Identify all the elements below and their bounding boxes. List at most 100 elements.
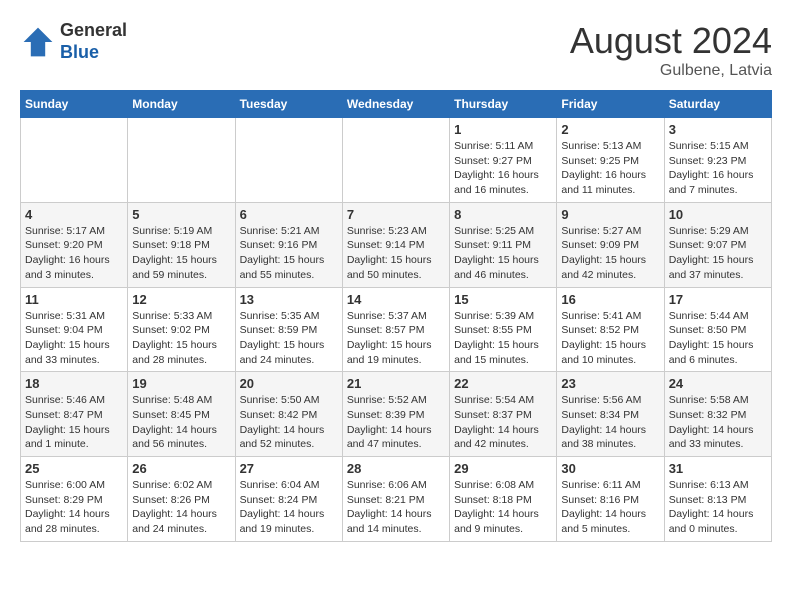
- logo-icon: [20, 24, 56, 60]
- day-number: 1: [454, 122, 552, 137]
- day-number: 18: [25, 376, 123, 391]
- day-number: 27: [240, 461, 338, 476]
- calendar-table: SundayMondayTuesdayWednesdayThursdayFrid…: [20, 90, 772, 542]
- calendar-cell: 5 Sunrise: 5:19 AM Sunset: 9:18 PM Daylig…: [128, 202, 235, 287]
- day-info: Sunrise: 5:52 AM Sunset: 8:39 PM Dayligh…: [347, 393, 445, 452]
- logo: General Blue: [20, 20, 127, 63]
- day-info: Sunrise: 6:04 AM Sunset: 8:24 PM Dayligh…: [240, 478, 338, 537]
- weekday-header-friday: Friday: [557, 91, 664, 118]
- day-number: 10: [669, 207, 767, 222]
- day-number: 20: [240, 376, 338, 391]
- day-info: Sunrise: 5:17 AM Sunset: 9:20 PM Dayligh…: [25, 224, 123, 283]
- day-number: 13: [240, 292, 338, 307]
- day-number: 17: [669, 292, 767, 307]
- day-info: Sunrise: 5:25 AM Sunset: 9:11 PM Dayligh…: [454, 224, 552, 283]
- day-number: 9: [561, 207, 659, 222]
- calendar-cell: 4 Sunrise: 5:17 AM Sunset: 9:20 PM Daylig…: [21, 202, 128, 287]
- day-info: Sunrise: 5:37 AM Sunset: 8:57 PM Dayligh…: [347, 309, 445, 368]
- day-number: 12: [132, 292, 230, 307]
- day-number: 16: [561, 292, 659, 307]
- day-number: 30: [561, 461, 659, 476]
- calendar-week-2: 4 Sunrise: 5:17 AM Sunset: 9:20 PM Daylig…: [21, 202, 772, 287]
- day-info: Sunrise: 5:39 AM Sunset: 8:55 PM Dayligh…: [454, 309, 552, 368]
- calendar-cell: 29 Sunrise: 6:08 AM Sunset: 8:18 PM Dayli…: [450, 457, 557, 542]
- calendar-header: SundayMondayTuesdayWednesdayThursdayFrid…: [21, 91, 772, 118]
- calendar-cell: [342, 118, 449, 203]
- calendar-cell: 17 Sunrise: 5:44 AM Sunset: 8:50 PM Dayli…: [664, 287, 771, 372]
- day-info: Sunrise: 5:44 AM Sunset: 8:50 PM Dayligh…: [669, 309, 767, 368]
- calendar-cell: 12 Sunrise: 5:33 AM Sunset: 9:02 PM Dayli…: [128, 287, 235, 372]
- calendar-cell: 9Sunrise: 5:27 AM Sunset: 9:09 PM Daylig…: [557, 202, 664, 287]
- calendar-cell: 10Sunrise: 5:29 AM Sunset: 9:07 PM Dayli…: [664, 202, 771, 287]
- day-info: Sunrise: 5:46 AM Sunset: 8:47 PM Dayligh…: [25, 393, 123, 452]
- day-number: 5: [132, 207, 230, 222]
- day-number: 14: [347, 292, 445, 307]
- day-number: 21: [347, 376, 445, 391]
- day-number: 15: [454, 292, 552, 307]
- day-info: Sunrise: 5:31 AM Sunset: 9:04 PM Dayligh…: [25, 309, 123, 368]
- calendar-cell: 3 Sunrise: 5:15 AM Sunset: 9:23 PM Daylig…: [664, 118, 771, 203]
- calendar-week-1: 1 Sunrise: 5:11 AM Sunset: 9:27 PM Daylig…: [21, 118, 772, 203]
- day-info: Sunrise: 5:19 AM Sunset: 9:18 PM Dayligh…: [132, 224, 230, 283]
- calendar-week-5: 25Sunrise: 6:00 AM Sunset: 8:29 PM Dayli…: [21, 457, 772, 542]
- calendar-cell: 14 Sunrise: 5:37 AM Sunset: 8:57 PM Dayli…: [342, 287, 449, 372]
- day-number: 28: [347, 461, 445, 476]
- calendar-cell: 24 Sunrise: 5:58 AM Sunset: 8:32 PM Dayli…: [664, 372, 771, 457]
- weekday-header-saturday: Saturday: [664, 91, 771, 118]
- day-info: Sunrise: 5:58 AM Sunset: 8:32 PM Dayligh…: [669, 393, 767, 452]
- day-number: 8: [454, 207, 552, 222]
- calendar-cell: 1 Sunrise: 5:11 AM Sunset: 9:27 PM Daylig…: [450, 118, 557, 203]
- calendar-cell: [235, 118, 342, 203]
- weekday-header-monday: Monday: [128, 91, 235, 118]
- day-number: 6: [240, 207, 338, 222]
- weekday-header-sunday: Sunday: [21, 91, 128, 118]
- calendar-cell: [128, 118, 235, 203]
- weekday-header-tuesday: Tuesday: [235, 91, 342, 118]
- calendar-cell: 20 Sunrise: 5:50 AM Sunset: 8:42 PM Dayli…: [235, 372, 342, 457]
- calendar-cell: 11 Sunrise: 5:31 AM Sunset: 9:04 PM Dayli…: [21, 287, 128, 372]
- day-info: Sunrise: 5:13 AM Sunset: 9:25 PM Dayligh…: [561, 139, 659, 198]
- day-info: Sunrise: 5:23 AM Sunset: 9:14 PM Dayligh…: [347, 224, 445, 283]
- title-block: August 2024 Gulbene, Latvia: [570, 20, 772, 80]
- calendar-cell: 22Sunrise: 5:54 AM Sunset: 8:37 PM Dayli…: [450, 372, 557, 457]
- page-title: August 2024: [570, 20, 772, 62]
- weekday-header-thursday: Thursday: [450, 91, 557, 118]
- calendar-cell: 30Sunrise: 6:11 AM Sunset: 8:16 PM Dayli…: [557, 457, 664, 542]
- day-number: 23: [561, 376, 659, 391]
- day-info: Sunrise: 5:35 AM Sunset: 8:59 PM Dayligh…: [240, 309, 338, 368]
- calendar-cell: 27 Sunrise: 6:04 AM Sunset: 8:24 PM Dayli…: [235, 457, 342, 542]
- day-number: 24: [669, 376, 767, 391]
- day-info: Sunrise: 5:56 AM Sunset: 8:34 PM Dayligh…: [561, 393, 659, 452]
- day-info: Sunrise: 5:50 AM Sunset: 8:42 PM Dayligh…: [240, 393, 338, 452]
- calendar-cell: 13 Sunrise: 5:35 AM Sunset: 8:59 PM Dayli…: [235, 287, 342, 372]
- day-info: Sunrise: 6:02 AM Sunset: 8:26 PM Dayligh…: [132, 478, 230, 537]
- calendar-cell: 26 Sunrise: 6:02 AM Sunset: 8:26 PM Dayli…: [128, 457, 235, 542]
- calendar-cell: 6Sunrise: 5:21 AM Sunset: 9:16 PM Daylig…: [235, 202, 342, 287]
- calendar-cell: 18 Sunrise: 5:46 AM Sunset: 8:47 PM Dayli…: [21, 372, 128, 457]
- day-info: Sunrise: 6:13 AM Sunset: 8:13 PM Dayligh…: [669, 478, 767, 537]
- day-info: Sunrise: 5:11 AM Sunset: 9:27 PM Dayligh…: [454, 139, 552, 198]
- calendar-cell: 23 Sunrise: 5:56 AM Sunset: 8:34 PM Dayli…: [557, 372, 664, 457]
- day-number: 29: [454, 461, 552, 476]
- day-number: 25: [25, 461, 123, 476]
- day-info: Sunrise: 5:48 AM Sunset: 8:45 PM Dayligh…: [132, 393, 230, 452]
- day-number: 19: [132, 376, 230, 391]
- weekday-header-row: SundayMondayTuesdayWednesdayThursdayFrid…: [21, 91, 772, 118]
- day-info: Sunrise: 5:54 AM Sunset: 8:37 PM Dayligh…: [454, 393, 552, 452]
- day-number: 31: [669, 461, 767, 476]
- calendar-body: 1 Sunrise: 5:11 AM Sunset: 9:27 PM Daylig…: [21, 118, 772, 542]
- day-info: Sunrise: 6:06 AM Sunset: 8:21 PM Dayligh…: [347, 478, 445, 537]
- day-number: 11: [25, 292, 123, 307]
- logo-general-text: General: [60, 20, 127, 42]
- day-info: Sunrise: 6:08 AM Sunset: 8:18 PM Dayligh…: [454, 478, 552, 537]
- weekday-header-wednesday: Wednesday: [342, 91, 449, 118]
- calendar-cell: 16Sunrise: 5:41 AM Sunset: 8:52 PM Dayli…: [557, 287, 664, 372]
- day-info: Sunrise: 5:33 AM Sunset: 9:02 PM Dayligh…: [132, 309, 230, 368]
- day-number: 26: [132, 461, 230, 476]
- calendar-cell: 31 Sunrise: 6:13 AM Sunset: 8:13 PM Dayli…: [664, 457, 771, 542]
- calendar-week-4: 18 Sunrise: 5:46 AM Sunset: 8:47 PM Dayli…: [21, 372, 772, 457]
- day-info: Sunrise: 5:15 AM Sunset: 9:23 PM Dayligh…: [669, 139, 767, 198]
- day-number: 3: [669, 122, 767, 137]
- page-header: General Blue August 2024 Gulbene, Latvia: [20, 20, 772, 80]
- day-number: 4: [25, 207, 123, 222]
